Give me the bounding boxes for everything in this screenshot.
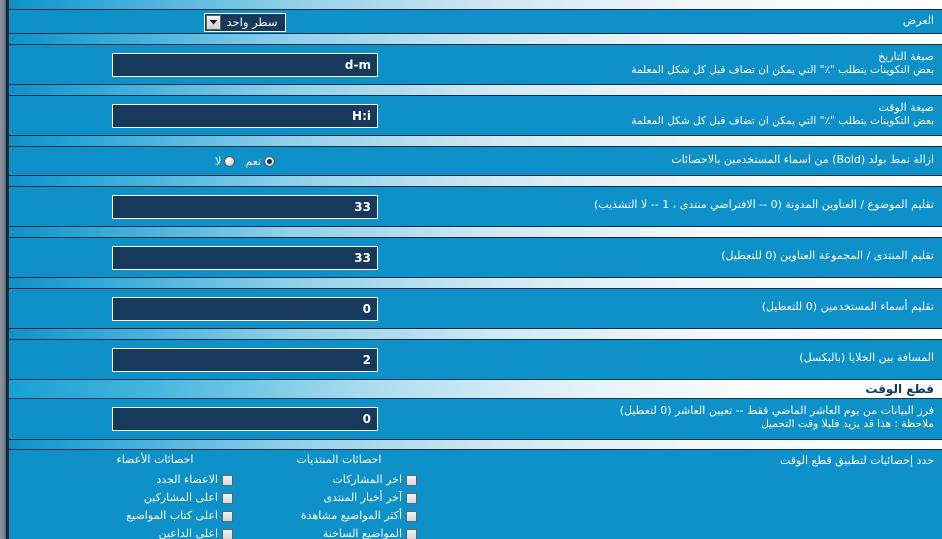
remove-bold-radio-yes[interactable]: نعم: [245, 155, 275, 168]
trim-topic-titles-input[interactable]: [112, 195, 378, 219]
checkbox-row[interactable]: المواضيع الساخنة: [249, 525, 429, 539]
row-display-label: العرض: [902, 14, 934, 27]
row-trim-topic-titles: تقليم الموضوع / العناوين المدونة (0 -- ا…: [9, 187, 942, 226]
time-cut-stats-label: حدد إحصائيات لتطبيق قطع الوقت: [779, 454, 934, 467]
row-trim-forum-titles-label: تقليم المنتدى / المجموعة العناوين (0 للت…: [721, 249, 934, 262]
row-trim-usernames: تقليم أسماء المستخدمين (0 للتعطيل): [9, 289, 942, 328]
divider-top: [9, 0, 942, 10]
row-trim-forum-titles: تقليم المنتدى / المجموعة العناوين (0 للت…: [9, 238, 942, 277]
trim-topic-field-wrap: [9, 194, 481, 220]
date-format-input[interactable]: [112, 53, 378, 77]
row-time-format-hint: بعض التكوينات يتطلب "٪" التي يمكن ان تضا…: [631, 115, 934, 127]
checkbox-row[interactable]: اخر المشاركات: [249, 471, 429, 489]
remove-bold-radio-no[interactable]: لا: [215, 154, 236, 168]
row-time-cut-days: فرز البيانات من يوم العاشر الماضي فقط --…: [9, 399, 942, 439]
column-forum-stats: احصائات المنتديات اخر المشاركات آخر أخبا…: [249, 452, 429, 539]
row-display: العرض سطر واحد: [9, 10, 942, 33]
row-time-cut-days-title: فرز البيانات من يوم العاشر الماضي فقط --…: [619, 404, 934, 417]
checkbox-label: الاعضاء الجدد: [156, 473, 218, 486]
checkbox-row[interactable]: اعلى الداعين: [65, 525, 245, 539]
checkbox-icon[interactable]: [222, 510, 233, 522]
time-cut-days-input[interactable]: [112, 407, 378, 431]
divider-2: [9, 84, 942, 96]
cell-spacing-input[interactable]: [112, 348, 378, 372]
chevron-down-icon[interactable]: [205, 14, 221, 30]
settings-sheet: العرض سطر واحد صيغة التاريخ بعض التكوينا…: [9, 0, 942, 539]
trim-forum-titles-input[interactable]: [112, 246, 378, 270]
column-member-stats: احصائات الأعضاء الاعضاء الجدد اعلى المشا…: [65, 452, 245, 539]
section-header-time-cut-title: قطع الوقت: [865, 382, 934, 396]
remove-bold-options: نعم لا: [9, 152, 481, 170]
divider-8: [9, 439, 942, 450]
checkbox-icon[interactable]: [222, 492, 233, 504]
checkbox-row[interactable]: اعلى كتاب المواضيع: [65, 507, 245, 525]
checkbox-icon[interactable]: [406, 474, 417, 486]
divider-4: [9, 175, 942, 187]
column-forum-stats-header: احصائات المنتديات: [296, 453, 382, 466]
trim-forum-field-wrap: [9, 245, 481, 271]
cell-spacing-field-wrap: [9, 347, 481, 373]
row-time-format: صيغة الوقت بعض التكوينات يتطلب "٪" التي …: [9, 96, 942, 135]
remove-bold-radio-group: نعم لا: [215, 155, 275, 168]
checkbox-label: اعلى المشاركين: [143, 491, 218, 504]
row-remove-bold: ازالة نمط بولد (Bold) من اسماء المستخدمي…: [9, 147, 942, 175]
divider-1: [9, 33, 942, 45]
row-time-format-title: صيغة الوقت: [878, 101, 934, 114]
trim-usernames-input[interactable]: [112, 297, 378, 321]
checkbox-row[interactable]: آخر أخبار المنتدى: [249, 489, 429, 507]
window-left-border-inner: [6, 0, 9, 539]
row-trim-usernames-label: تقليم أسماء المستخدمين (0 للتعطيل): [761, 300, 934, 313]
time-cut-days-field-wrap: [9, 406, 481, 432]
row-date-format-title: صيغة التاريخ: [878, 50, 934, 63]
checkbox-icon[interactable]: [406, 528, 417, 539]
remove-bold-no-label: لا: [215, 154, 222, 168]
row-date-format-hint: بعض التكوينات يتطلب "٪" التي يمكن ان تضا…: [631, 64, 934, 76]
row-time-cut-days-hint: ملاحظة : هذا قد يزيد قليلا وقت التحميل: [761, 418, 934, 430]
remove-bold-yes-label: نعم: [245, 154, 261, 168]
divider-6: [9, 277, 942, 289]
checkbox-row[interactable]: الاعضاء الجدد: [65, 471, 245, 489]
divider-7: [9, 328, 942, 340]
checkbox-label: آخر أخبار المنتدى: [323, 491, 402, 504]
row-cell-spacing-label: المسافة بين الخلايا (بالبكسل): [799, 351, 934, 364]
display-select-value: سطر واحد: [226, 14, 278, 29]
divider-3: [9, 135, 942, 147]
column-member-stats-header: احصائات الأعضاء: [116, 453, 194, 466]
checkbox-label: اخر المشاركات: [332, 473, 402, 486]
time-format-input[interactable]: [112, 104, 378, 128]
checkbox-label: اعلى الداعين: [158, 527, 218, 539]
time-format-field-wrap: [9, 103, 481, 129]
row-cell-spacing: المسافة بين الخلايا (بالبكسل): [9, 340, 942, 379]
row-date-format-label: صيغة التاريخ بعض التكوينات يتطلب "٪" الت…: [631, 50, 934, 77]
row-date-format: صيغة التاريخ بعض التكوينات يتطلب "٪" الت…: [9, 45, 942, 84]
checkbox-label: اعلى كتاب المواضيع: [126, 509, 218, 522]
checkbox-row[interactable]: أكثر المواضيع مشاهدة: [249, 507, 429, 525]
row-time-cut-days-label: فرز البيانات من يوم العاشر الماضي فقط --…: [620, 404, 934, 431]
row-trim-topic-titles-label: تقليم الموضوع / العناوين المدونة (0 -- ا…: [594, 198, 934, 211]
radio-selected-icon[interactable]: [264, 155, 275, 167]
time-cut-stats-selector: حدد إحصائيات لتطبيق قطع الوقت احصائات ال…: [9, 450, 942, 539]
row-time-format-label: صيغة الوقت بعض التكوينات يتطلب "٪" التي …: [631, 101, 934, 128]
radio-unselected-icon[interactable]: [224, 155, 236, 167]
trim-usernames-field-wrap: [9, 296, 481, 322]
checkbox-row[interactable]: اعلى المشاركين: [65, 489, 245, 507]
checkbox-icon[interactable]: [222, 474, 233, 486]
display-select-wrap: سطر واحد: [9, 12, 481, 32]
settings-panel: العرض سطر واحد صيغة التاريخ بعض التكوينا…: [0, 0, 942, 539]
display-select[interactable]: سطر واحد: [203, 12, 287, 32]
checkbox-icon[interactable]: [406, 510, 417, 522]
checkbox-icon[interactable]: [222, 528, 233, 539]
checkbox-icon[interactable]: [406, 492, 417, 504]
checkbox-label: المواضيع الساخنة: [322, 527, 402, 539]
row-remove-bold-label: ازالة نمط بولد (Bold) من اسماء المستخدمي…: [671, 153, 934, 166]
divider-5: [9, 226, 942, 238]
section-header-time-cut: قطع الوقت: [9, 379, 942, 399]
date-format-field-wrap: [9, 52, 481, 78]
checkbox-label: أكثر المواضيع مشاهدة: [300, 509, 402, 522]
